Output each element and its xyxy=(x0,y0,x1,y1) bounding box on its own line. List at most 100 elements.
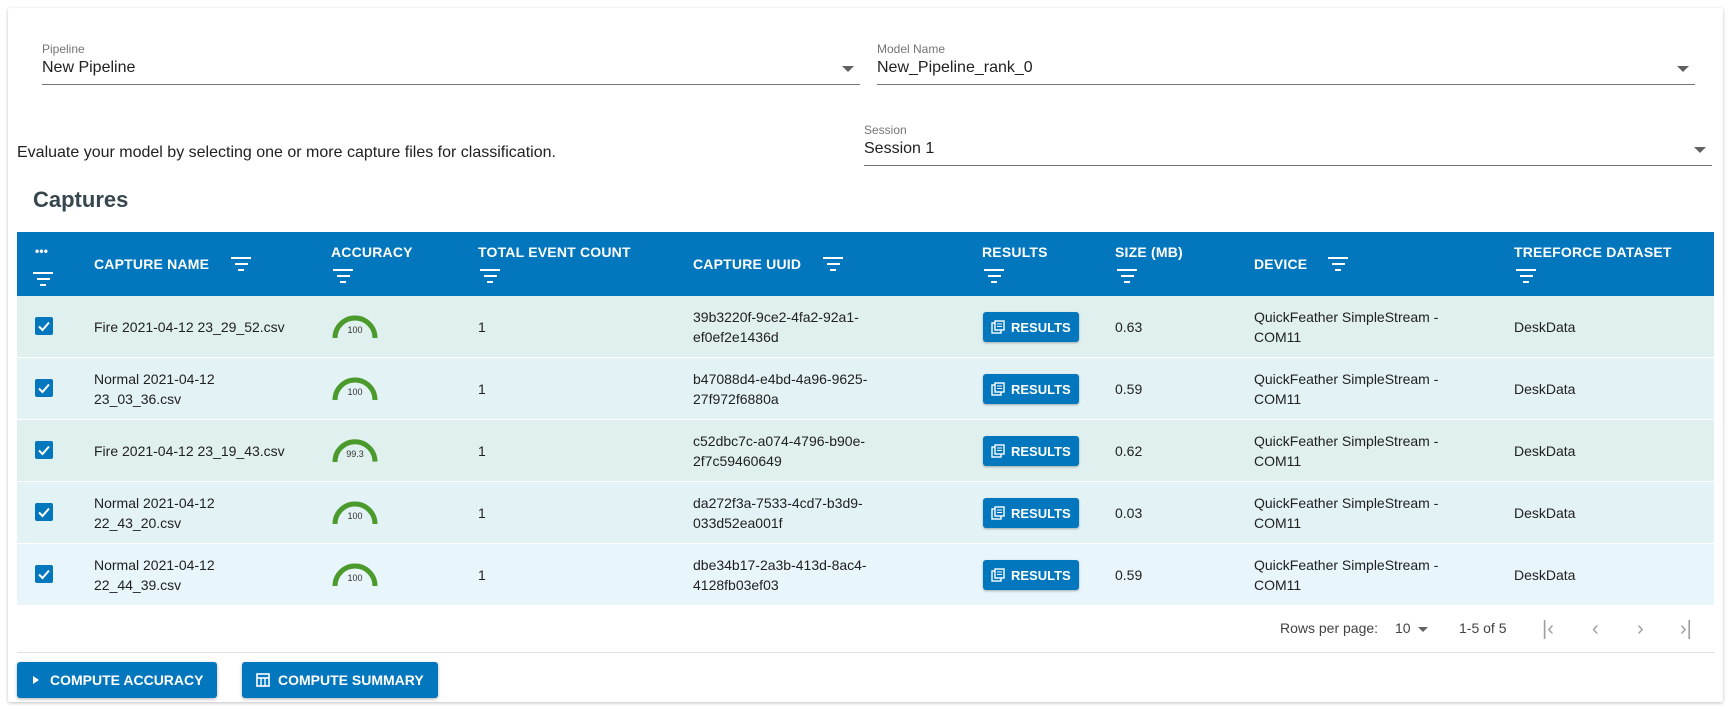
play-arrow-icon xyxy=(33,676,39,684)
capture-uuid: da272f3a-7533-4cd7-b3d9- 033d52ea001f xyxy=(693,493,863,533)
size-mb: 0.03 xyxy=(1115,505,1143,521)
captures-table: ••• CAPTURE NAME ACCURACY TOTAL EVENT CO… xyxy=(17,232,1714,606)
table-row[interactable]: Fire 2021-04-12 23_19_43.csv 99.3 1 c52d… xyxy=(17,420,1714,482)
table-header: ••• CAPTURE NAME ACCURACY TOTAL EVENT CO… xyxy=(17,232,1714,296)
capture-uuid: 39b3220f-9ce2-4fa2-92a1- ef0ef2e1436d xyxy=(693,307,859,347)
results-button[interactable]: RESULTS xyxy=(983,374,1079,404)
compute-summary-button[interactable]: COMPUTE SUMMARY xyxy=(242,662,438,698)
last-page-icon[interactable]: ›| xyxy=(1680,619,1692,639)
accuracy-value: 99.3 xyxy=(346,449,364,459)
device: QuickFeather SimpleStream - COM11 xyxy=(1254,369,1438,409)
check-icon xyxy=(38,569,50,580)
device-line: COM11 xyxy=(1254,329,1302,345)
results-button[interactable]: RESULTS xyxy=(983,498,1079,528)
row-checkbox[interactable] xyxy=(35,317,53,335)
table-row[interactable]: Normal 2021-04-12 22_43_20.csv 100 1 da2… xyxy=(17,482,1714,544)
accuracy-value: 100 xyxy=(347,573,363,583)
check-icon xyxy=(38,321,50,332)
header-results[interactable]: RESULTS xyxy=(982,244,1048,260)
device-line: QuickFeather SimpleStream - xyxy=(1254,433,1439,449)
header-capture-uuid[interactable]: CAPTURE UUID xyxy=(693,256,801,272)
capture-name: Fire 2021-04-12 23_19_43.csv xyxy=(94,441,285,461)
more-options-icon[interactable]: ••• xyxy=(35,244,48,258)
capture-uuid-line: 033d52ea001f xyxy=(693,515,783,531)
previous-page-icon[interactable]: ‹ xyxy=(1592,619,1599,639)
treeforce-dataset: DeskData xyxy=(1514,443,1576,459)
results-button[interactable]: RESULTS xyxy=(983,560,1079,590)
event-count: 1 xyxy=(478,443,486,459)
filter-icon[interactable] xyxy=(1516,269,1536,283)
row-checkbox[interactable] xyxy=(35,379,53,397)
event-count: 1 xyxy=(478,505,486,521)
capture-uuid: b47088d4-e4bd-4a96-9625- 27f972f6880a xyxy=(693,369,867,409)
row-checkbox[interactable] xyxy=(35,441,53,459)
device-line: QuickFeather SimpleStream - xyxy=(1254,495,1439,511)
size-mb: 0.59 xyxy=(1115,567,1143,583)
filter-icon[interactable] xyxy=(33,272,53,286)
rows-per-page-value: 10 xyxy=(1395,620,1411,636)
capture-name-line: Normal 2021-04-12 xyxy=(94,371,215,387)
capture-name-line: Normal 2021-04-12 xyxy=(94,557,215,573)
library-books-icon xyxy=(991,568,1005,582)
table-row[interactable]: Normal 2021-04-12 23_03_36.csv 100 1 b47… xyxy=(17,358,1714,420)
capture-uuid-line: da272f3a-7533-4cd7-b3d9- xyxy=(693,495,863,511)
library-books-icon xyxy=(991,320,1005,334)
pipeline-select[interactable]: Pipeline New Pipeline xyxy=(42,42,860,85)
compute-accuracy-button[interactable]: COMPUTE ACCURACY xyxy=(17,662,217,698)
capture-uuid-line: 27f972f6880a xyxy=(693,391,779,407)
header-total-event-count[interactable]: TOTAL EVENT COUNT xyxy=(478,244,631,260)
event-count: 1 xyxy=(478,319,486,335)
size-mb: 0.63 xyxy=(1115,319,1143,335)
results-button-label: RESULTS xyxy=(1011,381,1071,397)
filter-icon[interactable] xyxy=(1328,257,1348,271)
row-checkbox[interactable] xyxy=(35,565,53,583)
capture-uuid-line: 39b3220f-9ce2-4fa2-92a1- xyxy=(693,309,859,325)
next-page-icon[interactable]: › xyxy=(1637,619,1644,639)
treeforce-dataset: DeskData xyxy=(1514,381,1576,397)
header-accuracy[interactable]: ACCURACY xyxy=(331,244,413,260)
accuracy-value: 100 xyxy=(347,387,363,397)
header-treeforce-dataset[interactable]: TREEFORCE DATASET xyxy=(1514,244,1672,260)
header-capture-name[interactable]: CAPTURE NAME xyxy=(94,256,209,272)
event-count: 1 xyxy=(478,381,486,397)
capture-name: Fire 2021-04-12 23_29_52.csv xyxy=(94,317,285,337)
filter-icon[interactable] xyxy=(823,257,843,271)
event-count: 1 xyxy=(478,567,486,583)
captures-heading: Captures xyxy=(33,187,129,212)
capture-name-line: Fire 2021-04-12 23_29_52.csv xyxy=(94,319,285,335)
table-body: Fire 2021-04-12 23_29_52.csv 100 1 39b32… xyxy=(17,296,1714,606)
results-button[interactable]: RESULTS xyxy=(983,312,1079,342)
rows-per-page-select[interactable]: 10 xyxy=(1395,620,1429,636)
capture-uuid-line: c52dbc7c-a074-4796-b90e- xyxy=(693,433,866,449)
accuracy-gauge: 100 xyxy=(331,314,379,340)
pipeline-label: Pipeline xyxy=(42,42,85,56)
filter-icon[interactable] xyxy=(984,269,1004,283)
filter-icon[interactable] xyxy=(1117,269,1137,283)
results-button[interactable]: RESULTS xyxy=(983,436,1079,466)
header-size[interactable]: SIZE (MB) xyxy=(1115,244,1183,260)
first-page-icon[interactable]: |‹ xyxy=(1542,619,1554,639)
table-row[interactable]: Normal 2021-04-12 22_44_39.csv 100 1 dbe… xyxy=(17,544,1714,606)
table-chart-icon xyxy=(256,673,270,687)
size-mb: 0.59 xyxy=(1115,381,1143,397)
accuracy-gauge: 100 xyxy=(331,500,379,526)
treeforce-dataset: DeskData xyxy=(1514,567,1576,583)
device-line: COM11 xyxy=(1254,391,1302,407)
table-row[interactable]: Fire 2021-04-12 23_29_52.csv 100 1 39b32… xyxy=(17,296,1714,358)
rows-per-page-label: Rows per page: xyxy=(1280,620,1379,636)
row-checkbox[interactable] xyxy=(35,503,53,521)
device-line: COM11 xyxy=(1254,453,1302,469)
header-device[interactable]: DEVICE xyxy=(1254,256,1307,272)
capture-name: Normal 2021-04-12 22_44_39.csv xyxy=(94,555,215,595)
filter-icon[interactable] xyxy=(333,269,353,283)
accuracy-value: 100 xyxy=(347,325,363,335)
check-icon xyxy=(38,383,50,394)
accuracy-gauge: 100 xyxy=(331,376,379,402)
library-books-icon xyxy=(991,506,1005,520)
device: QuickFeather SimpleStream - COM11 xyxy=(1254,493,1438,533)
filter-icon[interactable] xyxy=(480,269,500,283)
filter-icon[interactable] xyxy=(231,257,251,271)
session-select[interactable]: Session Session 1 xyxy=(864,123,1712,166)
model-name-select[interactable]: Model Name New_Pipeline_rank_0 xyxy=(877,42,1695,85)
model-name-label: Model Name xyxy=(877,42,946,56)
